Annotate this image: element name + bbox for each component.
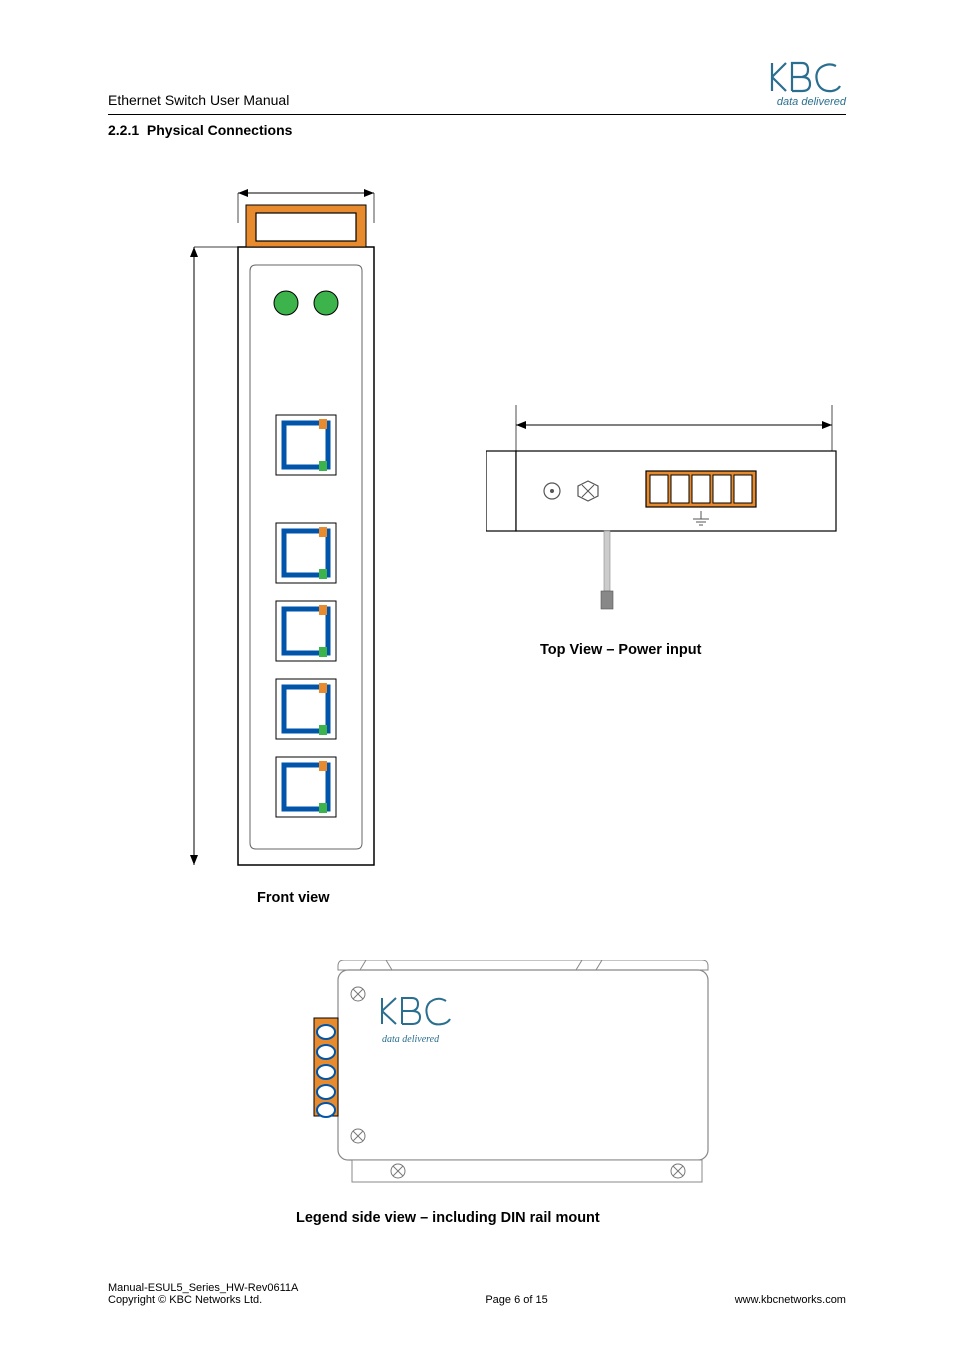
ethernet-port-icon (276, 415, 336, 475)
footer-url: www.kbcnetworks.com (735, 1294, 846, 1306)
section-title: Physical Connections (147, 122, 292, 138)
logo-tagline: data delivered (768, 96, 846, 108)
front-view-diagram (184, 183, 378, 874)
top-view-diagram (486, 405, 846, 616)
page-header: Ethernet Switch User Manual data deliver… (108, 60, 846, 115)
side-view-caption: Legend side view – including DIN rail mo… (296, 1210, 600, 1226)
front-view-caption: Front view (257, 890, 330, 906)
side-logo-tagline: data delivered (382, 1034, 440, 1045)
footer-left: Manual-ESUL5_Series_HW-Rev0611A Copyrigh… (108, 1282, 298, 1306)
footer-manual-ref: Manual-ESUL5_Series_HW-Rev0611A (108, 1282, 298, 1294)
footer-page: Page 6 of 15 (485, 1294, 547, 1306)
top-view-caption: Top View – Power input (540, 642, 701, 658)
footer-copyright: Copyright © KBC Networks Ltd. (108, 1294, 298, 1306)
page-footer: Manual-ESUL5_Series_HW-Rev0611A Copyrigh… (108, 1282, 846, 1306)
section-number: 2.2.1 (108, 122, 139, 138)
side-view-diagram: data delivered (282, 960, 712, 1191)
section-heading: 2.2.1 Physical Connections (108, 122, 292, 138)
kbc-logo-icon (768, 60, 846, 94)
doc-title: Ethernet Switch User Manual (108, 92, 289, 108)
kbc-logo: data delivered (768, 60, 846, 108)
